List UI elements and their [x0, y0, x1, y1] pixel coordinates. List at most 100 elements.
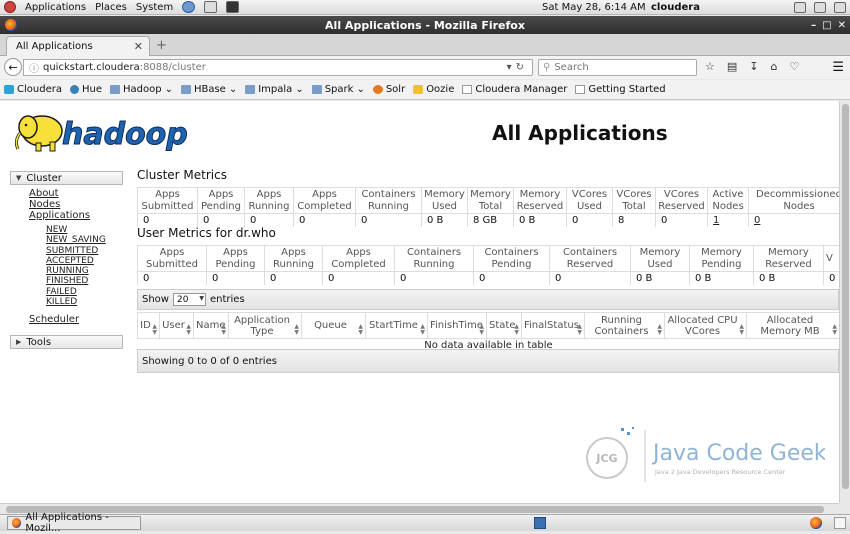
firefox-tray-icon[interactable]	[810, 517, 822, 529]
panel-user[interactable]: cloudera	[651, 2, 700, 13]
sidebar-link-scheduler[interactable]: Scheduler	[29, 314, 123, 325]
sort-icon: ▲ ▼	[514, 323, 519, 336]
bookmark-folder-impala[interactable]: Impala ⌄	[245, 84, 304, 95]
entries-per-page-select[interactable]: 20 ▼	[172, 293, 206, 306]
bookmark-cloudera[interactable]: Cloudera	[4, 84, 62, 95]
firefox-logo-icon	[5, 19, 17, 31]
reading-list-icon[interactable]: ▤	[727, 60, 737, 73]
power-icon[interactable]	[834, 1, 846, 13]
user-metrics-table: Apps Submitted Apps Pending Apps Running…	[137, 245, 839, 285]
metric-value: 0 B	[630, 271, 690, 285]
decommissioned-nodes-link[interactable]: 0	[754, 215, 760, 226]
bookmark-folder-hbase[interactable]: HBase ⌄	[180, 84, 237, 95]
sidebar-state-accepted[interactable]: ACCEPTED	[46, 256, 123, 266]
metric-value: 0	[137, 271, 207, 285]
column-header-user[interactable]: User ▲ ▼	[159, 312, 194, 339]
bookmark-hue[interactable]: Hue	[69, 84, 102, 95]
web-browser-launcher-icon[interactable]	[182, 1, 196, 13]
vertical-scrollbar[interactable]	[839, 101, 850, 503]
column-header-allocated-cpu-vcores[interactable]: Allocated CPU VCores ▲ ▼	[664, 312, 747, 339]
minimize-button[interactable]: –	[811, 20, 816, 31]
search-input[interactable]	[554, 62, 685, 73]
metric-value: 0	[322, 271, 395, 285]
site-info-icon[interactable]: ⓘ	[29, 60, 39, 75]
column-header-state[interactable]: State ▲ ▼	[486, 312, 522, 339]
show-desktop-icon[interactable]	[834, 517, 846, 529]
sidebar-link-about[interactable]: About	[29, 188, 123, 199]
tab-all-applications[interactable]: All Applications ✕	[6, 36, 150, 56]
panel-menu-system[interactable]: System	[136, 2, 173, 13]
column-header-running-containers[interactable]: Running Containers ▲ ▼	[584, 312, 665, 339]
reload-dropdown-icon[interactable]: ▾↻	[507, 62, 528, 73]
search-box[interactable]: ⚲	[538, 59, 697, 76]
sidebar-state-failed[interactable]: FAILED	[46, 287, 123, 297]
sidebar-state-new[interactable]: NEW	[46, 225, 123, 235]
user-metrics-value-row: 0 0 0 0 0 0 0 0 B 0 B 0 B 0	[137, 271, 839, 285]
column-header-id[interactable]: ID ▲ ▼	[137, 312, 160, 339]
back-button[interactable]: ←	[4, 58, 22, 76]
panel-menu-places[interactable]: Places	[95, 2, 127, 13]
chevron-down-icon: ⌄	[356, 84, 365, 95]
sidebar-link-applications[interactable]: Applications	[29, 210, 123, 221]
panel-clock[interactable]: Sat May 28, 6:14 AM	[542, 2, 646, 13]
metric-value: 0	[137, 213, 198, 227]
bookmark-folder-hadoop[interactable]: Hadoop ⌄	[109, 84, 173, 95]
hamburger-menu-icon[interactable]: ☰	[832, 60, 844, 75]
new-tab-icon[interactable]: +	[156, 38, 167, 53]
close-tab-icon[interactable]: ✕	[134, 40, 143, 53]
column-header-name[interactable]: Name ▲ ▼	[193, 312, 229, 339]
pocket-icon[interactable]: ♡	[789, 60, 799, 73]
metric-header: Apps Pending	[206, 245, 265, 272]
bookmark-getting-started[interactable]: Getting Started	[575, 84, 666, 95]
sidebar-state-running[interactable]: RUNNING	[46, 266, 123, 276]
metric-header: Memory Reserved	[513, 187, 567, 214]
metric-value: 0 B	[513, 213, 567, 227]
sidebar-state-killed[interactable]: KILLED	[46, 297, 123, 307]
jcg-tagline: Java 2 Java Developers Resource Center	[654, 468, 786, 476]
column-header-finalstatus[interactable]: FinalStatus ▲ ▼	[521, 312, 585, 339]
column-header-starttime[interactable]: StartTime ▲ ▼	[365, 312, 428, 339]
java-code-geeks-watermark: JCG Java Code Geeks Java 2 Java Develope…	[586, 427, 825, 482]
logo-wordmark: hadoop	[62, 117, 188, 152]
applications-table-panel: Show 20 ▼ entries ID ▲ ▼ User ▲ ▼ Name ▲ ▼ App…	[137, 289, 839, 373]
metric-header: Apps Submitted	[137, 245, 207, 272]
text-editor-launcher-icon[interactable]	[204, 1, 218, 13]
column-header-allocated-memory-mb[interactable]: Allocated Memory MB ▲ ▼	[746, 312, 839, 339]
bookmark-oozie[interactable]: Oozie	[413, 84, 454, 95]
column-header-finishtime[interactable]: FinishTime ▲ ▼	[427, 312, 487, 339]
metric-value: 0 B	[753, 271, 824, 285]
column-header-application-type[interactable]: Application Type ▲ ▼	[228, 312, 302, 339]
metric-header: Apps Completed	[293, 187, 356, 214]
sidebar-link-nodes[interactable]: Nodes	[29, 199, 123, 210]
downloads-icon[interactable]: ↧	[749, 60, 758, 73]
sidebar-state-finished[interactable]: FINISHED	[46, 276, 123, 286]
sidebar-section-cluster[interactable]: ▼ Cluster	[10, 171, 123, 185]
maximize-button[interactable]: □	[822, 20, 831, 31]
sort-icon: ▲ ▼	[358, 323, 363, 336]
bookmark-cloudera-manager[interactable]: Cloudera Manager	[462, 84, 567, 95]
metric-header: Containers Running	[394, 245, 474, 272]
metric-value: 0	[394, 271, 474, 285]
sidebar-state-new-saving[interactable]: NEW_SAVING	[46, 235, 123, 245]
url-bar[interactable]: ⓘ quickstart.cloudera:8088/cluster ▾↻	[23, 59, 533, 76]
home-icon[interactable]: ⌂	[771, 60, 778, 73]
sort-icon: ▲ ▼	[577, 323, 582, 336]
taskbar-firefox-window[interactable]: All Applications - Mozil...	[7, 512, 141, 534]
bookmark-folder-spark[interactable]: Spark ⌄	[311, 84, 365, 95]
active-nodes-link[interactable]: 1	[713, 215, 719, 226]
panel-menu-applications[interactable]: Applications	[25, 2, 86, 13]
network-icon[interactable]	[814, 1, 826, 13]
workspace-switcher-icon[interactable]	[534, 517, 546, 529]
sidebar-state-submitted[interactable]: SUBMITTED	[46, 246, 123, 256]
column-header-queue[interactable]: Queue ▲ ▼	[301, 312, 366, 339]
volume-icon[interactable]	[794, 1, 806, 13]
sidebar-section-tools[interactable]: ▶ Tools	[10, 335, 123, 350]
vertical-scroll-thumb[interactable]	[842, 104, 849, 489]
bookmark-star-icon[interactable]: ☆	[705, 60, 715, 73]
metric-value: 8 GB	[467, 213, 514, 227]
bookmark-solr[interactable]: Solr	[372, 84, 405, 95]
terminal-launcher-icon[interactable]	[226, 1, 240, 13]
close-window-button[interactable]: ✕	[838, 20, 846, 31]
metric-header: Memory Used	[421, 187, 468, 214]
gnome-foot-icon[interactable]	[4, 1, 16, 13]
